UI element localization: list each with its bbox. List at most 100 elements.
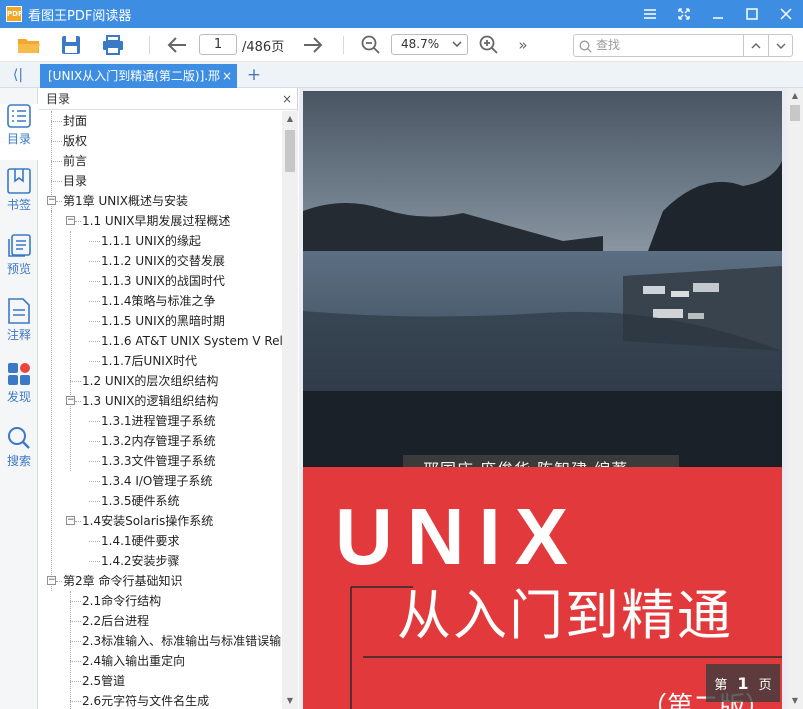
tree-connector <box>89 501 100 502</box>
side-item-toc[interactable]: 目录 <box>0 104 38 160</box>
toc-item-label: 2.5管道 <box>82 674 126 688</box>
toc-item[interactable]: − 第2章 命令行基础知识 <box>39 571 282 591</box>
tree-connector <box>89 341 100 342</box>
collapse-toggle-icon[interactable]: − <box>66 516 75 525</box>
page-total: /486页 <box>242 40 285 55</box>
save-icon[interactable] <box>59 34 83 56</box>
scroll-up-icon[interactable]: ▲ <box>282 111 298 127</box>
toc-item[interactable]: 1.2 UNIX的层次组织结构 <box>39 371 282 391</box>
toc-item[interactable]: 1.3.2内存管理子系统 <box>39 431 282 451</box>
toc-item-label: 1.3.2内存管理子系统 <box>101 434 216 448</box>
document-view[interactable]: 邢国庆 庞俊华 陈智建 编著 UNIX 从入门到精通 （第二版） <box>299 88 803 709</box>
toc-item-label: 1.1.3 UNIX的战国时代 <box>101 274 225 288</box>
side-item-label: 注释 <box>6 328 31 342</box>
collapse-toggle-icon[interactable]: − <box>66 396 75 405</box>
toc-item[interactable]: −1.3 UNIX的逻辑组织结构 <box>39 391 282 411</box>
tree-connector <box>89 461 100 462</box>
side-item-bookmarks[interactable]: 书签 <box>0 168 38 224</box>
toc-item[interactable]: 1.3.3文件管理子系统 <box>39 451 282 471</box>
scroll-up-icon[interactable]: ▲ <box>787 88 803 104</box>
toc-item[interactable]: 1.4.2安装步骤 <box>39 551 282 571</box>
side-item-discover[interactable]: 发现 <box>0 362 38 418</box>
collapse-toggle-icon[interactable]: − <box>47 196 56 205</box>
page-number-input[interactable]: 1 <box>199 34 237 55</box>
pdf-page[interactable]: 邢国庆 庞俊华 陈智建 编著 UNIX 从入门到精通 （第二版） <box>303 91 782 709</box>
search-prev-button[interactable] <box>743 35 768 56</box>
toc-item[interactable]: 封面 <box>39 111 282 131</box>
toc-item[interactable]: 前言 <box>39 151 282 171</box>
toc-item[interactable]: 1.1.2 UNIX的交替发展 <box>39 251 282 271</box>
app-title: 看图王PDF阅读器 <box>28 8 132 24</box>
zoom-out-icon[interactable] <box>359 34 383 56</box>
toc-item[interactable]: 2.4输入输出重定向 <box>39 651 282 671</box>
toc-item[interactable]: 1.1.1 UNIX的缘起 <box>39 231 282 251</box>
window-controls <box>633 0 803 28</box>
tab-document[interactable]: [UNIX从入门到精通(第二版)].邢 × <box>40 64 237 88</box>
collapse-toggle-icon[interactable]: − <box>66 216 75 225</box>
toc-item[interactable]: 1.1.7后UNIX时代 <box>39 351 282 371</box>
scroll-down-icon[interactable]: ▼ <box>282 693 298 709</box>
toc-close-icon[interactable]: × <box>282 88 292 110</box>
toc-item[interactable]: 1.3.5硬件系统 <box>39 491 282 511</box>
collapse-sidebar-button[interactable]: ⟨| <box>6 65 30 85</box>
tree-connector <box>56 201 62 202</box>
toc-item[interactable]: − 第1章 UNIX概述与安装 <box>39 191 282 211</box>
search-icon <box>579 39 592 60</box>
tree-connector <box>51 141 62 142</box>
close-icon[interactable] <box>769 0 803 28</box>
print-icon[interactable] <box>101 34 125 56</box>
scroll-thumb[interactable] <box>790 105 800 121</box>
toc-title: 目录 <box>46 92 71 106</box>
tree-connector <box>56 581 62 582</box>
toc-scrollbar[interactable]: ▲ ▼ <box>282 111 298 709</box>
toc-item-label: 1.4.1硬件要求 <box>101 534 180 548</box>
toc-item[interactable]: −1.4安装Solaris操作系统 <box>39 511 282 531</box>
prev-page-icon[interactable] <box>165 34 189 56</box>
minimize-icon[interactable] <box>701 0 735 28</box>
scroll-thumb[interactable] <box>285 130 295 172</box>
collapse-toggle-icon[interactable]: − <box>47 576 56 585</box>
search-next-button[interactable] <box>768 35 792 56</box>
add-tab-button[interactable]: + <box>245 64 263 86</box>
toc-item[interactable]: 2.5管道 <box>39 671 282 691</box>
zoom-select[interactable]: 48.7% <box>391 34 468 55</box>
side-nav: 目录 书签 预览 注释 发现 搜索 <box>0 88 38 709</box>
toc-item[interactable]: 2.6元字符与文件名生成 <box>39 691 282 709</box>
maximize-icon[interactable] <box>735 0 769 28</box>
next-page-icon[interactable] <box>301 34 325 56</box>
toc-item-label: 1.3.4 I/O管理子系统 <box>101 474 213 488</box>
toc-item[interactable]: 1.1.4策略与标准之争 <box>39 291 282 311</box>
fullscreen-icon[interactable] <box>667 0 701 28</box>
tree-connector <box>89 361 100 362</box>
toc-item[interactable]: 版权 <box>39 131 282 151</box>
toc-item[interactable]: 1.3.1进程管理子系统 <box>39 411 282 431</box>
toc-item[interactable]: −1.1 UNIX早期发展过程概述 <box>39 211 282 231</box>
search-input[interactable]: 查找 <box>573 34 793 57</box>
toc-item-label: 2.6元字符与文件名生成 <box>82 694 210 708</box>
toc-item[interactable]: 2.2后台进程 <box>39 611 282 631</box>
side-item-annotations[interactable]: 注释 <box>0 298 38 354</box>
tab-close-icon[interactable]: × <box>222 64 232 88</box>
scroll-down-icon[interactable]: ▼ <box>787 693 803 709</box>
toc-item[interactable]: 目录 <box>39 171 282 191</box>
side-item-preview[interactable]: 预览 <box>0 234 38 290</box>
more-tools-button[interactable]: » <box>511 34 535 56</box>
toc-item-label: 1.1.7后UNIX时代 <box>101 354 198 368</box>
tree-connector <box>70 621 81 622</box>
toc-item[interactable]: 1.1.3 UNIX的战国时代 <box>39 271 282 291</box>
toc-item[interactable]: 1.1.5 UNIX的黑暗时期 <box>39 311 282 331</box>
tree-connector <box>89 541 100 542</box>
open-folder-icon[interactable] <box>17 34 41 56</box>
toc-item[interactable]: 1.1.6 AT&T UNIX System V Rele <box>39 331 282 351</box>
zoom-in-icon[interactable] <box>477 34 501 56</box>
side-item-label: 书签 <box>6 198 31 212</box>
menu-icon[interactable] <box>633 0 667 28</box>
side-item-search[interactable]: 搜索 <box>0 426 38 482</box>
toc-item[interactable]: 2.3标准输入、标准输出与标准错误输出 <box>39 631 282 651</box>
toc-item-label: 2.4输入输出重定向 <box>82 654 186 668</box>
document-scrollbar[interactable]: ▲ ▼ <box>787 88 803 709</box>
toc-item[interactable]: 1.3.4 I/O管理子系统 <box>39 471 282 491</box>
toc-panel: 目录 × 封面 版权 前言 目录 − 第1章 UNIX概述与安装 −1.1 UNIX早期发展… <box>39 88 298 709</box>
toc-item[interactable]: 2.1命令行结构 <box>39 591 282 611</box>
toc-item[interactable]: 1.4.1硬件要求 <box>39 531 282 551</box>
